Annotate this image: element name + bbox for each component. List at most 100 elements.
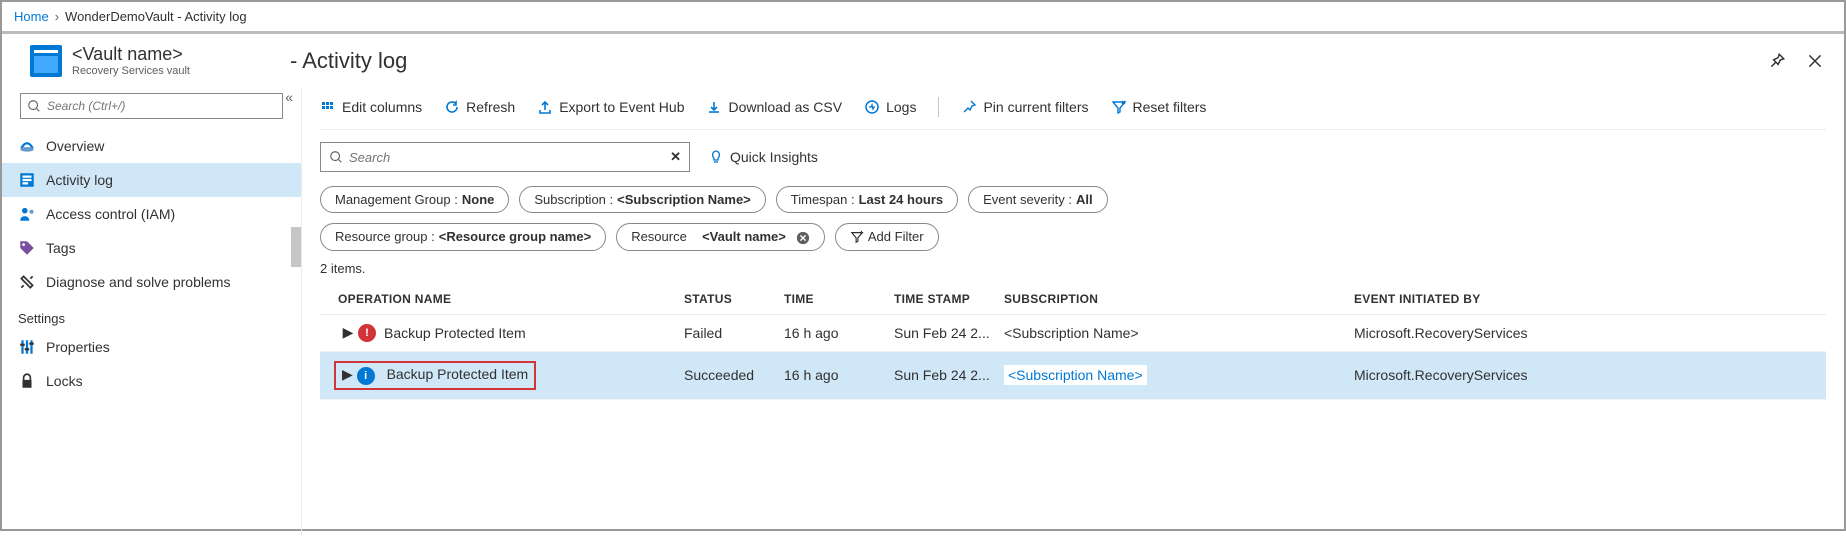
- col-initiated-by[interactable]: Event initiated by: [1354, 292, 1822, 306]
- filter-search-row: ✕ Quick Insights: [320, 142, 1826, 172]
- sidebar-search-input[interactable]: [47, 99, 276, 113]
- quick-insights-button[interactable]: Quick Insights: [708, 149, 818, 165]
- lightbulb-icon: [708, 149, 724, 165]
- overview-icon: [18, 137, 36, 155]
- vault-subtype: Recovery Services vault: [72, 65, 190, 77]
- status-failed-icon: !: [358, 324, 376, 342]
- pin-icon: [961, 99, 977, 115]
- cell-time: 16 h ago: [784, 367, 894, 383]
- pill-timespan[interactable]: Timespan : Last 24 hours: [776, 186, 958, 213]
- sidebar-item-access-control[interactable]: Access control (IAM): [2, 197, 301, 231]
- breadcrumb: Home › WonderDemoVault - Activity log: [2, 2, 1844, 34]
- refresh-icon: [444, 99, 460, 115]
- add-filter-button[interactable]: Add Filter: [835, 223, 939, 251]
- columns-icon: [320, 99, 336, 115]
- main-search[interactable]: ✕: [320, 142, 690, 172]
- download-icon: [706, 99, 722, 115]
- status-success-icon: i: [357, 367, 375, 385]
- main-content: Edit columns Refresh Export to Event Hub…: [302, 87, 1844, 536]
- pill-resource[interactable]: Resource <Vault name>: [616, 223, 825, 251]
- logs-icon: [864, 99, 880, 115]
- export-icon: [537, 99, 553, 115]
- access-control-icon: [18, 205, 36, 223]
- sidebar-search[interactable]: [20, 93, 283, 119]
- pill-resource-group[interactable]: Resource group : <Resource group name>: [320, 223, 606, 251]
- page-header: <Vault name> Recovery Services vault - A…: [2, 34, 1844, 87]
- sidebar-item-label: Activity log: [46, 172, 113, 188]
- pill-management-group[interactable]: Management Group : None: [320, 186, 509, 213]
- breadcrumb-current: WonderDemoVault - Activity log: [65, 9, 247, 24]
- activity-log-icon: [18, 171, 36, 189]
- cell-status: Succeeded: [684, 367, 784, 383]
- highlighted-operation: ▶ i Backup Protected Item: [334, 361, 536, 390]
- col-time[interactable]: Time: [784, 292, 894, 306]
- sidebar-item-label: Locks: [46, 373, 83, 389]
- clear-resource-icon[interactable]: [796, 229, 810, 245]
- pill-event-severity[interactable]: Event severity : All: [968, 186, 1108, 213]
- sidebar-item-diagnose[interactable]: Diagnose and solve problems: [2, 265, 301, 299]
- toolbar-divider: [938, 97, 939, 117]
- expand-row-icon[interactable]: ▶: [342, 366, 353, 382]
- cell-timestamp: Sun Feb 24 2...: [894, 367, 1004, 383]
- locks-icon: [18, 372, 36, 390]
- cell-initiated-by: Microsoft.RecoveryServices: [1354, 367, 1822, 383]
- sidebar-item-label: Tags: [46, 240, 76, 256]
- export-button[interactable]: Export to Event Hub: [537, 99, 684, 115]
- breadcrumb-separator: ›: [55, 9, 59, 24]
- sidebar-item-tags[interactable]: Tags: [2, 231, 301, 265]
- sidebar-item-overview[interactable]: Overview: [2, 129, 301, 163]
- reset-filters-button[interactable]: Reset filters: [1111, 99, 1207, 115]
- add-filter-icon: [850, 230, 864, 244]
- filter-pills-row-2: Resource group : <Resource group name> R…: [320, 223, 1826, 251]
- sidebar-item-locks[interactable]: Locks: [2, 364, 301, 398]
- col-operation[interactable]: Operation name: [324, 292, 684, 306]
- cell-initiated-by: Microsoft.RecoveryServices: [1354, 325, 1822, 341]
- operation-name: Backup Protected Item: [384, 325, 526, 341]
- items-count: 2 items.: [320, 261, 1826, 276]
- cell-subscription: <Subscription Name>: [1004, 325, 1354, 341]
- sidebar-section-settings: Settings: [2, 299, 301, 330]
- sidebar: « Overview Activity log Access control (…: [2, 87, 302, 536]
- logs-button[interactable]: Logs: [864, 99, 916, 115]
- cell-subscription: <Subscription Name>: [1004, 367, 1354, 383]
- diagnose-icon: [18, 273, 36, 291]
- sidebar-scrollbar[interactable]: [291, 227, 301, 267]
- main-search-input[interactable]: [349, 150, 670, 165]
- table-row[interactable]: ▶ i Backup Protected Item Succeeded 16 h…: [320, 352, 1826, 400]
- table-header: Operation name Status Time Time stamp Su…: [320, 284, 1826, 315]
- collapse-sidebar-icon[interactable]: «: [285, 89, 293, 105]
- download-csv-button[interactable]: Download as CSV: [706, 99, 842, 115]
- sidebar-item-label: Overview: [46, 138, 104, 154]
- close-icon[interactable]: [1806, 52, 1824, 70]
- clear-search-icon[interactable]: ✕: [670, 149, 681, 165]
- expand-row-icon[interactable]: ▶: [338, 324, 358, 341]
- sidebar-item-label: Diagnose and solve problems: [46, 274, 230, 290]
- toolbar: Edit columns Refresh Export to Event Hub…: [320, 97, 1826, 130]
- sidebar-item-label: Properties: [46, 339, 110, 355]
- sidebar-item-activity-log[interactable]: Activity log: [2, 163, 301, 197]
- breadcrumb-home[interactable]: Home: [14, 9, 49, 24]
- cell-timestamp: Sun Feb 24 2...: [894, 325, 1004, 341]
- col-subscription[interactable]: Subscription: [1004, 292, 1354, 306]
- tags-icon: [18, 239, 36, 257]
- pill-subscription[interactable]: Subscription : <Subscription Name>: [519, 186, 765, 213]
- edit-columns-button[interactable]: Edit columns: [320, 99, 422, 115]
- col-timestamp[interactable]: Time stamp: [894, 292, 1004, 306]
- filter-pills-row-1: Management Group : None Subscription : <…: [320, 186, 1826, 213]
- cell-time: 16 h ago: [784, 325, 894, 341]
- col-status[interactable]: Status: [684, 292, 784, 306]
- operation-name: Backup Protected Item: [387, 366, 529, 382]
- search-icon: [27, 99, 41, 113]
- pin-icon[interactable]: [1768, 52, 1786, 70]
- cell-status: Failed: [684, 325, 784, 341]
- reset-filter-icon: [1111, 99, 1127, 115]
- refresh-button[interactable]: Refresh: [444, 99, 515, 115]
- pin-filters-button[interactable]: Pin current filters: [961, 99, 1088, 115]
- sidebar-item-properties[interactable]: Properties: [2, 330, 301, 364]
- table-row[interactable]: ▶ ! Backup Protected Item Failed 16 h ag…: [320, 315, 1826, 352]
- vault-name: <Vault name>: [72, 44, 190, 65]
- properties-icon: [18, 338, 36, 356]
- vault-icon: [30, 45, 62, 77]
- page-title: - Activity log: [290, 48, 407, 74]
- search-icon: [329, 150, 343, 164]
